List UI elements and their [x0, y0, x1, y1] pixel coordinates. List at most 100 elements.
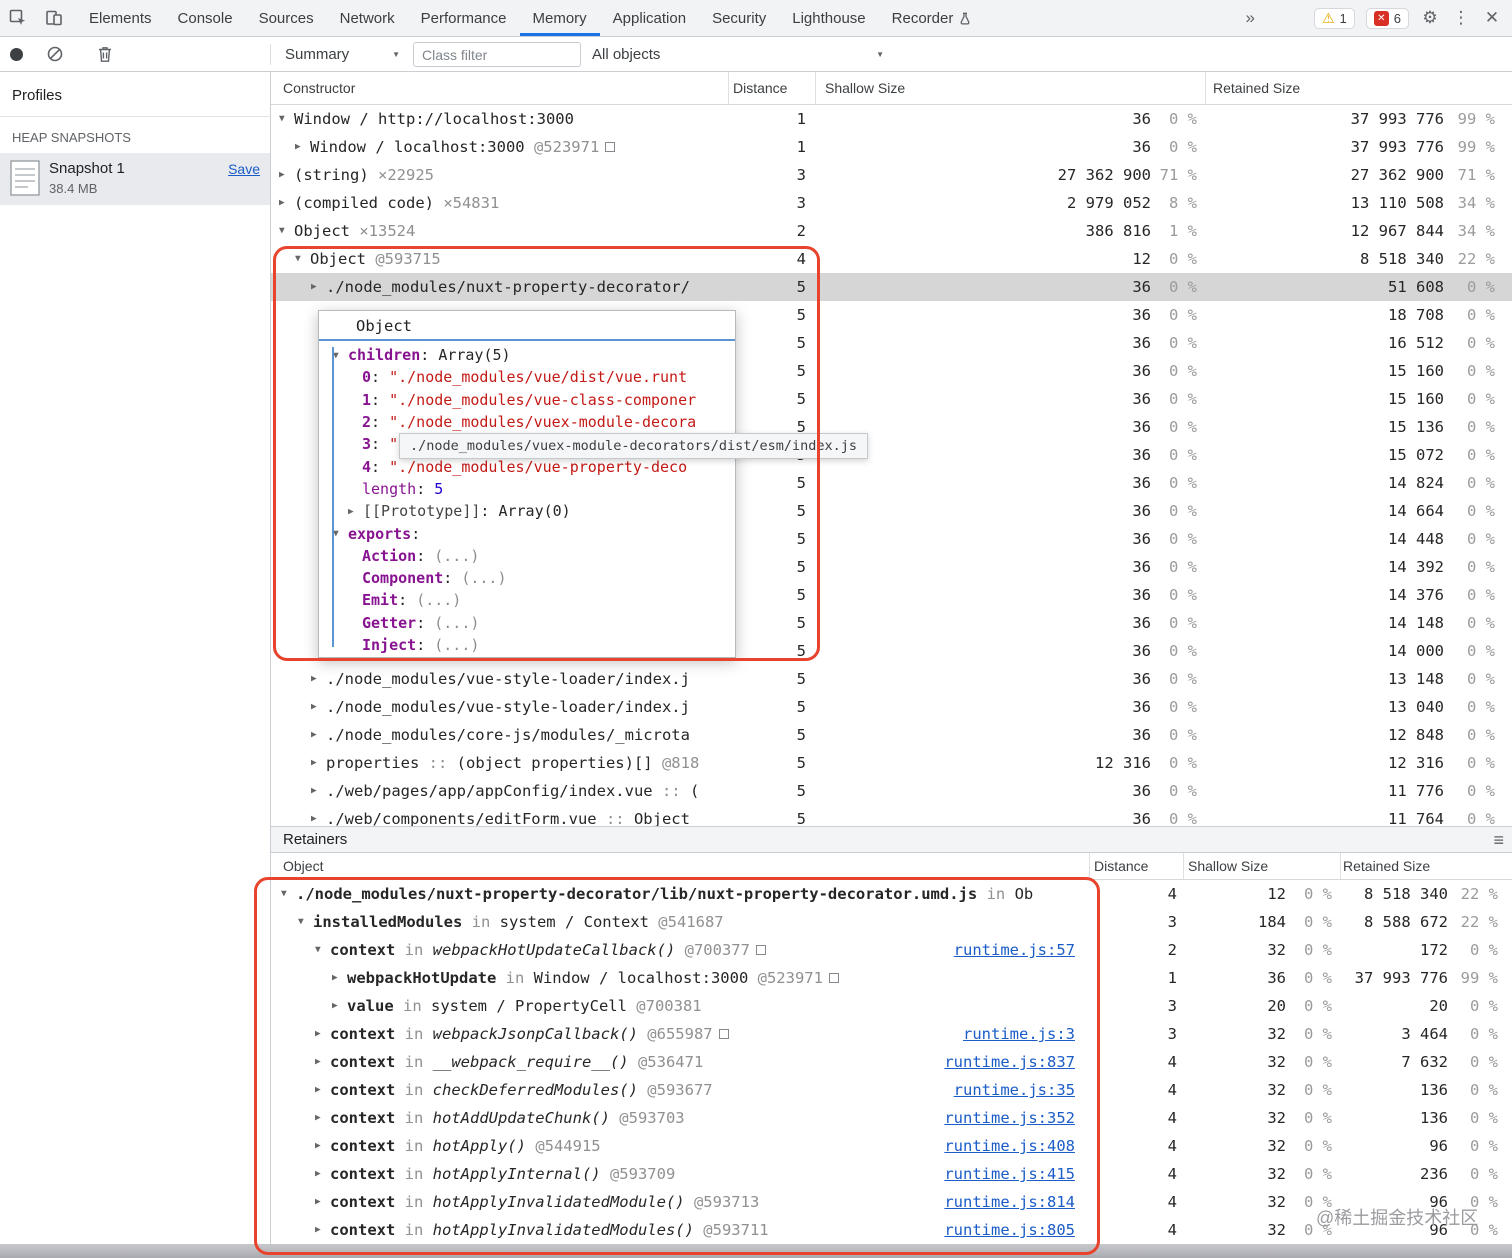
expander-icon[interactable]: ▼ — [279, 217, 294, 245]
tab-console[interactable]: Console — [165, 0, 246, 36]
expander-icon[interactable]: ▼ — [279, 105, 294, 133]
column-header-shallow-size[interactable]: Shallow Size — [825, 72, 905, 105]
source-link[interactable]: runtime.js:415 — [944, 1160, 1075, 1188]
objects-filter-dropdown[interactable]: All objects ▼ — [592, 37, 884, 71]
table-row[interactable]: ▶ Window / localhost:3000 @523971 1 36 0 % 37… — [271, 133, 1512, 161]
menu-icon[interactable]: ≡ — [1493, 827, 1504, 854]
device-toolbar-button[interactable] — [36, 0, 72, 36]
expander-icon[interactable]: ▶ — [315, 1020, 330, 1048]
expander-icon[interactable]: ▶ — [311, 805, 326, 826]
table-row[interactable]: ▼ Object ×13524 2 386 816 1 % 12 967 844 34 % — [271, 217, 1512, 245]
open-in-icon[interactable] — [828, 973, 839, 983]
save-snapshot-link[interactable]: Save — [228, 161, 260, 177]
class-filter-input[interactable] — [413, 42, 581, 67]
expander-icon[interactable]: ▶ — [279, 161, 294, 189]
snapshot-item[interactable]: Snapshot 1 38.4 MB Save — [0, 153, 270, 205]
expander-icon[interactable]: ▶ — [315, 1076, 330, 1104]
retainer-row[interactable]: ▶ context in webpackJsonpCallback() @6559… — [271, 1020, 1512, 1048]
inspect-element-button[interactable] — [0, 0, 36, 36]
expander-icon[interactable]: ▼ — [333, 350, 348, 361]
table-row[interactable]: ▶ ./web/pages/app/appConfig/index.vue :: … — [271, 777, 1512, 805]
expander-icon[interactable]: ▶ — [311, 693, 326, 721]
source-link[interactable]: runtime.js:352 — [944, 1104, 1075, 1132]
table-row[interactable]: ▶ ./node_modules/vue-style-loader/index.j… — [271, 665, 1512, 693]
retainer-row[interactable]: ▶ context in __webpack_require__() @53647… — [271, 1048, 1512, 1076]
delete-profile-button[interactable] — [97, 37, 113, 71]
tab-application[interactable]: Application — [600, 0, 699, 36]
expander-icon[interactable]: ▶ — [311, 777, 326, 805]
perspective-dropdown[interactable]: Summary ▼ — [285, 37, 400, 71]
source-link[interactable]: runtime.js:35 — [954, 1076, 1075, 1104]
table-row[interactable]: ▼ Object @593715 4 12 0 % 8 518 340 22 % — [271, 245, 1512, 273]
expander-icon[interactable]: ▶ — [295, 133, 310, 161]
column-header-retained-size[interactable]: Retained Size — [1343, 853, 1430, 880]
record-heap-button[interactable] — [10, 37, 23, 71]
source-link[interactable]: runtime.js:814 — [944, 1188, 1075, 1216]
tab-security[interactable]: Security — [699, 0, 779, 36]
retainer-row[interactable]: ▶ context in checkDeferredModules() @5936… — [271, 1076, 1512, 1104]
expander-icon[interactable]: ▶ — [311, 749, 326, 777]
table-row[interactable]: ▶ (compiled code) ×54831 3 2 979 052 8 % 13 1… — [271, 189, 1512, 217]
retainer-row[interactable]: ▼ ./node_modules/nuxt-property-decorator/… — [271, 880, 1512, 908]
retainer-row[interactable]: ▶ context in hotApply() @544915 runtime.js… — [271, 1132, 1512, 1160]
table-row[interactable]: ▶ ./node_modules/core-js/modules/_microta… — [271, 721, 1512, 749]
retainer-row[interactable]: ▶ webpackHotUpdate in Window / localhost:… — [271, 964, 1512, 992]
source-link[interactable]: runtime.js:408 — [944, 1132, 1075, 1160]
expander-icon[interactable]: ▼ — [295, 245, 310, 273]
expander-icon[interactable]: ▶ — [311, 721, 326, 749]
tab-performance[interactable]: Performance — [408, 0, 520, 36]
open-in-icon[interactable] — [755, 945, 766, 955]
expander-icon[interactable]: ▶ — [311, 273, 326, 301]
tab-sources[interactable]: Sources — [246, 0, 327, 36]
expander-icon[interactable]: ▶ — [315, 1132, 330, 1160]
expander-icon[interactable]: ▶ — [311, 665, 326, 693]
expander-icon[interactable]: ▶ — [332, 992, 347, 1020]
tab-memory[interactable]: Memory — [519, 0, 600, 36]
table-row[interactable]: ▶ properties :: (object properties)[] @81… — [271, 749, 1512, 777]
expander-icon[interactable]: ▶ — [315, 1104, 330, 1132]
expander-icon[interactable]: ▼ — [315, 936, 330, 964]
column-header-constructor[interactable]: Constructor — [283, 72, 355, 105]
source-link[interactable]: runtime.js:805 — [944, 1216, 1075, 1244]
table-row[interactable]: ▶ ./web/components/editForm.vue :: Object… — [271, 805, 1512, 826]
column-header-distance[interactable]: Distance — [733, 72, 787, 105]
more-options-icon[interactable]: ⋮ — [1451, 8, 1471, 28]
expander-icon[interactable]: ▶ — [315, 1160, 330, 1188]
retainer-row[interactable]: ▶ context in hotApplyInternal() @593709 ru… — [271, 1160, 1512, 1188]
tab-recorder[interactable]: Recorder — [879, 0, 985, 36]
expander-icon[interactable]: ▶ — [315, 1216, 330, 1244]
errors-badge[interactable]: ✕ 6 — [1365, 7, 1409, 29]
retainer-row[interactable]: ▶ value in system / PropertyCell @700381 3… — [271, 992, 1512, 1020]
expander-icon[interactable]: ▶ — [279, 189, 294, 217]
close-devtools-icon[interactable]: ✕ — [1482, 8, 1502, 28]
settings-gear-icon[interactable]: ⚙ — [1420, 8, 1440, 28]
warnings-badge[interactable]: ⚠ 1 — [1313, 7, 1355, 29]
source-link[interactable]: runtime.js:837 — [944, 1048, 1075, 1076]
column-header-object[interactable]: Object — [283, 853, 323, 880]
expander-icon[interactable]: ▼ — [281, 880, 296, 908]
retainer-row[interactable]: ▼ installedModules in system / Context @5… — [271, 908, 1512, 936]
clear-profiles-button[interactable] — [46, 37, 64, 71]
column-header-shallow-size[interactable]: Shallow Size — [1188, 853, 1268, 880]
column-header-retained-size[interactable]: Retained Size — [1213, 72, 1300, 105]
table-row[interactable]: ▶ (string) ×22925 3 27 362 900 71 % 27 362 90… — [271, 161, 1512, 189]
tab-lighthouse[interactable]: Lighthouse — [779, 0, 878, 36]
expander-icon[interactable]: ▶ — [348, 506, 363, 517]
expander-icon[interactable]: ▶ — [315, 1048, 330, 1076]
source-link[interactable]: runtime.js:57 — [954, 936, 1075, 964]
table-row[interactable]: ▶ ./node_modules/nuxt-property-decorator/… — [271, 273, 1512, 301]
expander-icon[interactable]: ▼ — [333, 528, 348, 539]
expander-icon[interactable]: ▶ — [332, 964, 347, 992]
table-row[interactable]: ▼ Window / http://localhost:3000 1 36 0 % 37 … — [271, 105, 1512, 133]
open-in-icon[interactable] — [605, 142, 616, 152]
tab-network[interactable]: Network — [327, 0, 408, 36]
retainer-row[interactable]: ▶ context in hotAddUpdateChunk() @593703 r… — [271, 1104, 1512, 1132]
column-header-distance[interactable]: Distance — [1094, 853, 1148, 880]
open-in-icon[interactable] — [718, 1029, 729, 1039]
expander-icon[interactable]: ▶ — [315, 1188, 330, 1216]
source-link[interactable]: runtime.js:3 — [963, 1020, 1075, 1048]
expander-icon[interactable]: ▼ — [298, 908, 313, 936]
more-tabs-button[interactable]: » — [1246, 8, 1255, 28]
tab-elements[interactable]: Elements — [76, 0, 165, 36]
table-row[interactable]: ▶ ./node_modules/vue-style-loader/index.j… — [271, 693, 1512, 721]
